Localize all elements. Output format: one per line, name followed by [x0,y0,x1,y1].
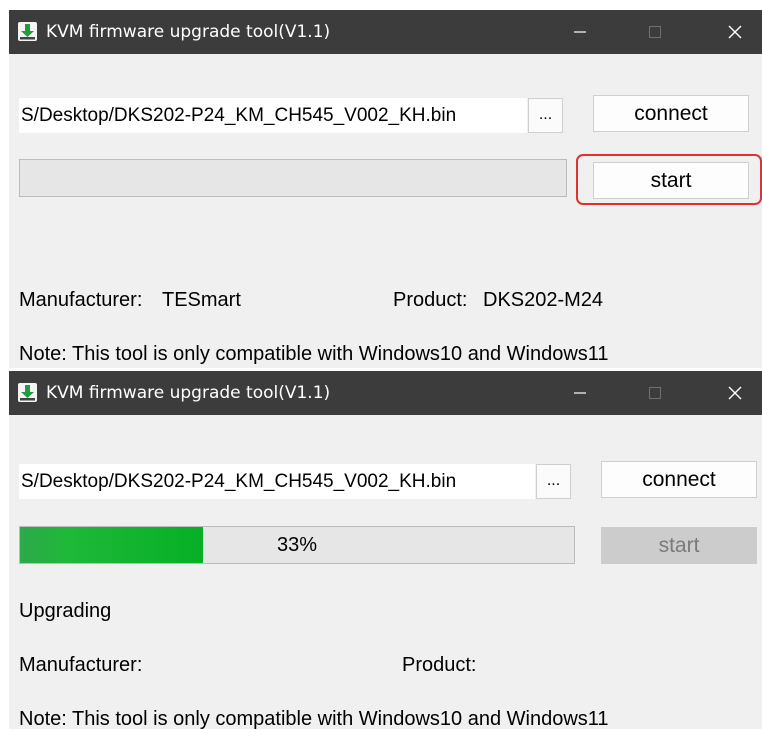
browse-button[interactable]: ... [536,464,571,499]
maximize-button[interactable] [640,379,670,407]
maximize-icon [648,25,662,39]
download-icon [18,22,37,41]
connect-button[interactable]: connect [593,95,749,132]
window-title: KVM firmware upgrade tool(V1.1) [46,383,331,403]
product-value: DKS202-M24 [483,289,604,311]
upgrade-tool-window-2: KVM firmware upgrade tool(V1.1) S/Deskto… [9,371,762,729]
maximize-button[interactable] [640,18,670,46]
minimize-button[interactable] [565,379,595,407]
download-icon [18,383,37,402]
title-bar: KVM firmware upgrade tool(V1.1) [9,10,762,54]
progress-bar: 33% [19,526,575,564]
close-icon [728,386,742,400]
progress-bar [19,159,567,197]
manufacturer-value: TESmart [162,289,241,311]
browse-button[interactable]: ... [528,98,563,133]
connect-button[interactable]: connect [601,461,757,498]
start-button[interactable]: start [593,162,749,199]
maximize-icon [648,386,662,400]
progress-text [20,160,566,196]
minimize-icon [574,31,586,33]
file-path-field[interactable]: S/Desktop/DKS202-P24_KM_CH545_V002_KH.bi… [19,464,535,499]
manufacturer-label: Manufacturer: [19,289,143,311]
compatibility-note: Note: This tool is only compatible with … [19,343,609,365]
close-button[interactable] [720,379,750,407]
close-icon [728,25,742,39]
upgrade-tool-window-1: KVM firmware upgrade tool(V1.1) S/Deskto… [9,10,762,368]
minimize-button[interactable] [565,18,595,46]
product-label: Product: [402,654,477,676]
product-label: Product: [393,289,468,311]
progress-text: 33% [276,534,318,556]
minimize-icon [574,392,586,394]
status-text: Upgrading [19,600,112,622]
start-button[interactable]: start [601,527,757,564]
window-title: KVM firmware upgrade tool(V1.1) [46,22,331,42]
file-path-field[interactable]: S/Desktop/DKS202-P24_KM_CH545_V002_KH.bi… [19,98,527,133]
title-bar: KVM firmware upgrade tool(V1.1) [9,371,762,415]
compatibility-note: Note: This tool is only compatible with … [19,708,609,729]
close-button[interactable] [720,18,750,46]
manufacturer-label: Manufacturer: [19,654,143,676]
